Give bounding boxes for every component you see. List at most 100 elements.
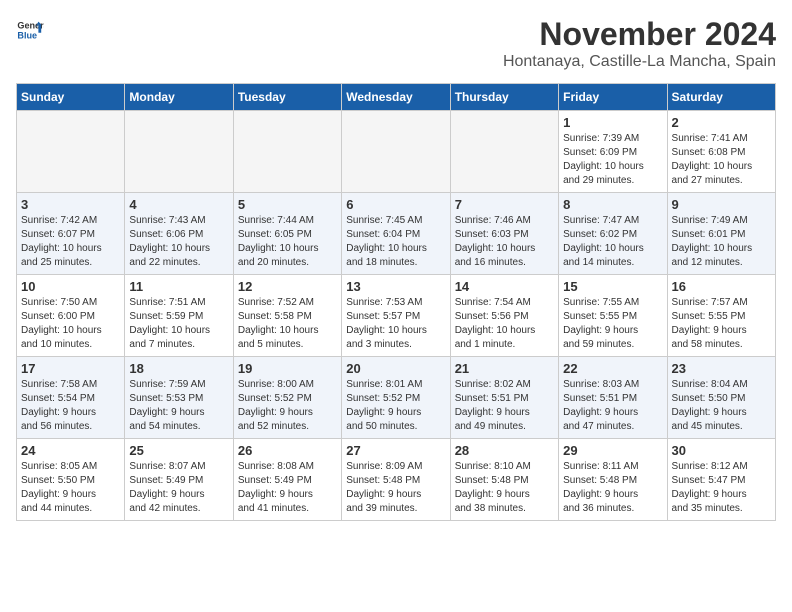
day-number: 16 [672,279,771,294]
logo-icon: General Blue [16,16,44,44]
calendar-cell: 21Sunrise: 8:02 AM Sunset: 5:51 PM Dayli… [450,357,558,439]
calendar-cell: 12Sunrise: 7:52 AM Sunset: 5:58 PM Dayli… [233,275,341,357]
day-number: 19 [238,361,337,376]
calendar-cell: 10 Sunrise: 7:50 AM Sunset: 6:00 PM Dayli… [17,275,125,357]
day-info: Sunrise: 7:53 AM Sunset: 5:57 PM Dayligh… [346,296,445,352]
day-info: Sunrise: 8:11 AM Sunset: 5:48 PM Dayligh… [563,460,662,516]
calendar-week-3: 10 Sunrise: 7:50 AM Sunset: 6:00 PM Dayli… [17,275,776,357]
calendar-cell: 2 Sunrise: 7:41 AM Sunset: 6:08 PM Daylig… [667,111,775,193]
col-tuesday: Tuesday [233,84,341,111]
day-number: 18 [129,361,228,376]
calendar-cell: 28 Sunrise: 8:10 AM Sunset: 5:48 PM Dayli… [450,439,558,521]
calendar-cell: 15Sunrise: 7:55 AM Sunset: 5:55 PM Dayli… [559,275,667,357]
day-info: Sunrise: 7:58 AM Sunset: 5:54 PM Dayligh… [21,378,120,434]
day-number: 26 [238,443,337,458]
day-info: Sunrise: 8:08 AM Sunset: 5:49 PM Dayligh… [238,460,337,516]
calendar-cell: 25 Sunrise: 8:07 AM Sunset: 5:49 PM Dayli… [125,439,233,521]
calendar-week-5: 24Sunrise: 8:05 AM Sunset: 5:50 PM Dayli… [17,439,776,521]
calendar-cell: 9Sunrise: 7:49 AM Sunset: 6:01 PM Daylig… [667,193,775,275]
day-number: 1 [563,115,662,130]
day-number: 30 [672,443,771,458]
calendar-cell: 3 Sunrise: 7:42 AM Sunset: 6:07 PM Daylig… [17,193,125,275]
day-number: 6 [346,197,445,212]
calendar-cell: 27 Sunrise: 8:09 AM Sunset: 5:48 PM Dayli… [342,439,450,521]
day-info: Sunrise: 7:50 AM Sunset: 6:00 PM Dayligh… [21,296,120,352]
calendar-cell: 19 Sunrise: 8:00 AM Sunset: 5:52 PM Dayli… [233,357,341,439]
calendar-cell: 23 Sunrise: 8:04 AM Sunset: 5:50 PM Dayli… [667,357,775,439]
day-info: Sunrise: 8:02 AM Sunset: 5:51 PM Dayligh… [455,378,554,434]
calendar-cell [342,111,450,193]
calendar-cell: 14Sunrise: 7:54 AM Sunset: 5:56 PM Dayli… [450,275,558,357]
col-thursday: Thursday [450,84,558,111]
day-number: 15 [563,279,662,294]
calendar-cell: 13Sunrise: 7:53 AM Sunset: 5:57 PM Dayli… [342,275,450,357]
calendar-week-4: 17 Sunrise: 7:58 AM Sunset: 5:54 PM Dayli… [17,357,776,439]
col-friday: Friday [559,84,667,111]
svg-text:Blue: Blue [17,30,37,40]
calendar-cell: 17 Sunrise: 7:58 AM Sunset: 5:54 PM Dayli… [17,357,125,439]
day-number: 11 [129,279,228,294]
day-number: 12 [238,279,337,294]
day-number: 17 [21,361,120,376]
day-info: Sunrise: 7:57 AM Sunset: 5:55 PM Dayligh… [672,296,771,352]
calendar-cell: 1 Sunrise: 7:39 AM Sunset: 6:09 PM Daylig… [559,111,667,193]
day-info: Sunrise: 8:01 AM Sunset: 5:52 PM Dayligh… [346,378,445,434]
calendar-cell: 5Sunrise: 7:44 AM Sunset: 6:05 PM Daylig… [233,193,341,275]
header-row: Sunday Monday Tuesday Wednesday Thursday… [17,84,776,111]
calendar-body: 1 Sunrise: 7:39 AM Sunset: 6:09 PM Daylig… [17,111,776,521]
day-info: Sunrise: 8:09 AM Sunset: 5:48 PM Dayligh… [346,460,445,516]
day-number: 5 [238,197,337,212]
calendar-cell: 8 Sunrise: 7:47 AM Sunset: 6:02 PM Daylig… [559,193,667,275]
day-number: 4 [129,197,228,212]
calendar-week-1: 1 Sunrise: 7:39 AM Sunset: 6:09 PM Daylig… [17,111,776,193]
col-wednesday: Wednesday [342,84,450,111]
calendar-cell: 26 Sunrise: 8:08 AM Sunset: 5:49 PM Dayli… [233,439,341,521]
day-info: Sunrise: 7:59 AM Sunset: 5:53 PM Dayligh… [129,378,228,434]
day-info: Sunrise: 7:41 AM Sunset: 6:08 PM Dayligh… [672,132,771,188]
day-info: Sunrise: 7:39 AM Sunset: 6:09 PM Dayligh… [563,132,662,188]
day-info: Sunrise: 8:03 AM Sunset: 5:51 PM Dayligh… [563,378,662,434]
day-info: Sunrise: 7:45 AM Sunset: 6:04 PM Dayligh… [346,214,445,270]
month-title: November 2024 [503,16,776,53]
calendar-header: Sunday Monday Tuesday Wednesday Thursday… [17,84,776,111]
day-info: Sunrise: 8:00 AM Sunset: 5:52 PM Dayligh… [238,378,337,434]
day-info: Sunrise: 8:10 AM Sunset: 5:48 PM Dayligh… [455,460,554,516]
calendar-cell [450,111,558,193]
page-header: General Blue November 2024 Hontanaya, Ca… [16,16,776,71]
day-info: Sunrise: 8:04 AM Sunset: 5:50 PM Dayligh… [672,378,771,434]
calendar-cell: 29Sunrise: 8:11 AM Sunset: 5:48 PM Dayli… [559,439,667,521]
col-saturday: Saturday [667,84,775,111]
day-number: 2 [672,115,771,130]
day-info: Sunrise: 7:46 AM Sunset: 6:03 PM Dayligh… [455,214,554,270]
day-info: Sunrise: 8:07 AM Sunset: 5:49 PM Dayligh… [129,460,228,516]
day-number: 22 [563,361,662,376]
calendar-cell: 4 Sunrise: 7:43 AM Sunset: 6:06 PM Daylig… [125,193,233,275]
day-number: 27 [346,443,445,458]
calendar-cell: 22 Sunrise: 8:03 AM Sunset: 5:51 PM Dayli… [559,357,667,439]
day-info: Sunrise: 7:42 AM Sunset: 6:07 PM Dayligh… [21,214,120,270]
calendar-cell: 30 Sunrise: 8:12 AM Sunset: 5:47 PM Dayli… [667,439,775,521]
calendar-cell: 7Sunrise: 7:46 AM Sunset: 6:03 PM Daylig… [450,193,558,275]
location-title: Hontanaya, Castille-La Mancha, Spain [503,53,776,71]
calendar-table: Sunday Monday Tuesday Wednesday Thursday… [16,83,776,521]
day-info: Sunrise: 7:47 AM Sunset: 6:02 PM Dayligh… [563,214,662,270]
title-section: November 2024 Hontanaya, Castille-La Man… [503,16,776,71]
day-number: 9 [672,197,771,212]
day-number: 23 [672,361,771,376]
day-number: 28 [455,443,554,458]
day-info: Sunrise: 8:12 AM Sunset: 5:47 PM Dayligh… [672,460,771,516]
day-number: 10 [21,279,120,294]
calendar-cell: 16 Sunrise: 7:57 AM Sunset: 5:55 PM Dayli… [667,275,775,357]
calendar-cell [125,111,233,193]
calendar-cell: 11 Sunrise: 7:51 AM Sunset: 5:59 PM Dayli… [125,275,233,357]
calendar-cell: 6 Sunrise: 7:45 AM Sunset: 6:04 PM Daylig… [342,193,450,275]
calendar-cell: 20Sunrise: 8:01 AM Sunset: 5:52 PM Dayli… [342,357,450,439]
day-number: 25 [129,443,228,458]
day-number: 8 [563,197,662,212]
day-info: Sunrise: 7:51 AM Sunset: 5:59 PM Dayligh… [129,296,228,352]
day-number: 24 [21,443,120,458]
day-number: 14 [455,279,554,294]
calendar-week-2: 3 Sunrise: 7:42 AM Sunset: 6:07 PM Daylig… [17,193,776,275]
day-number: 3 [21,197,120,212]
day-info: Sunrise: 7:43 AM Sunset: 6:06 PM Dayligh… [129,214,228,270]
